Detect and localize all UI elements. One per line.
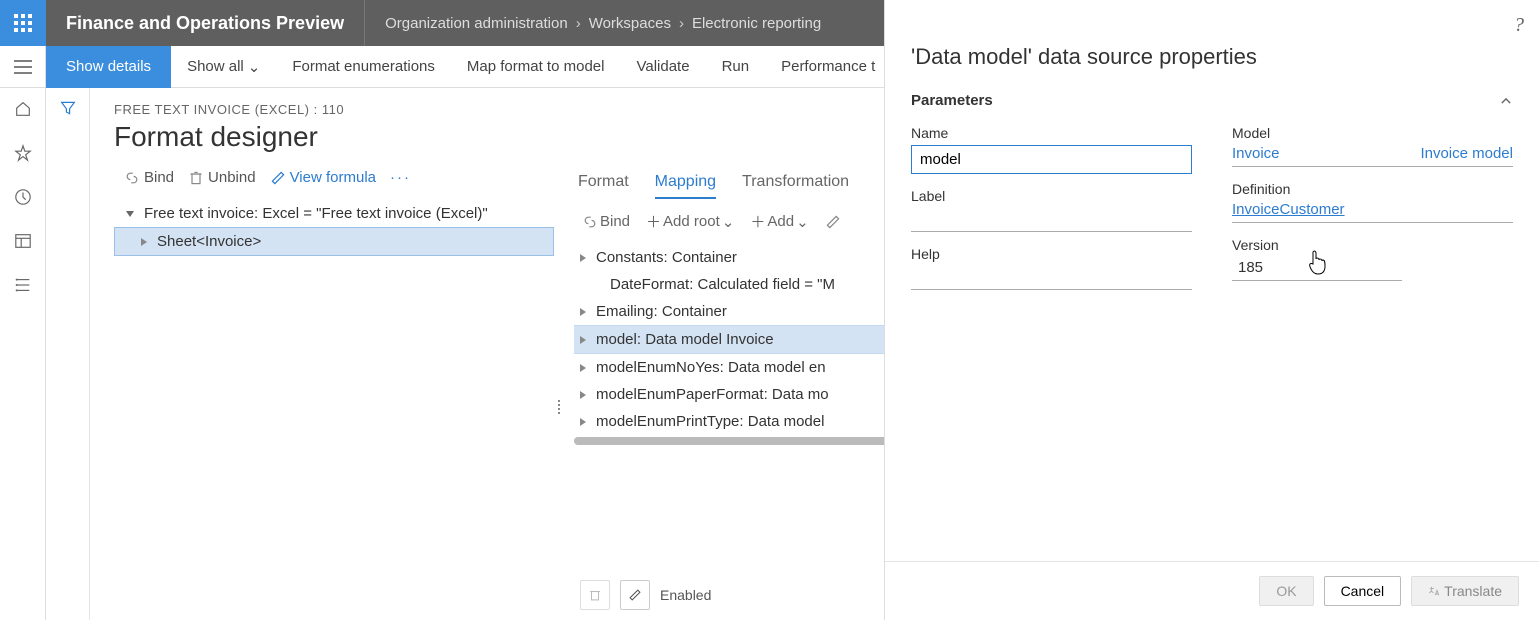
chevron-down-icon: ⌄ (796, 213, 809, 231)
view-formula-button[interactable]: View formula (266, 167, 380, 188)
definition-link[interactable]: InvoiceCustomer (1232, 201, 1345, 218)
caret-right-icon (580, 308, 586, 316)
properties-panel: 'Data model' data source properties Para… (884, 0, 1539, 620)
breadcrumb-item[interactable]: Organization administration (385, 15, 568, 32)
format-enumerations-button[interactable]: Format enumerations (276, 46, 451, 88)
recent-icon[interactable] (12, 186, 34, 208)
ok-button[interactable]: OK (1259, 576, 1313, 606)
model-name-link[interactable]: Invoice model (1420, 145, 1513, 162)
chevron-down-icon: ⌄ (248, 58, 261, 76)
bind-button[interactable]: Bind (120, 167, 178, 188)
definition-label: Definition (1232, 181, 1513, 197)
enabled-label: Enabled (660, 587, 711, 603)
map-format-button[interactable]: Map format to model (451, 46, 621, 88)
label-input[interactable] (911, 208, 1192, 232)
name-input[interactable] (911, 145, 1192, 174)
data-source-label: Constants: Container (596, 249, 737, 266)
label-label: Label (911, 188, 1192, 204)
tab-format[interactable]: Format (578, 167, 629, 199)
caret-right-icon (580, 364, 586, 372)
app-title: Finance and Operations Preview (46, 0, 365, 46)
run-button[interactable]: Run (706, 46, 766, 88)
edit-icon[interactable] (821, 212, 845, 232)
help-input[interactable] (911, 266, 1192, 290)
version-label: Version (1232, 237, 1513, 253)
validate-button[interactable]: Validate (620, 46, 705, 88)
cancel-button[interactable]: Cancel (1324, 576, 1402, 606)
app-launcher-icon[interactable] (0, 0, 46, 46)
data-source-label: Emailing: Container (596, 303, 727, 320)
translate-icon (1428, 585, 1440, 597)
performance-button[interactable]: Performance t (765, 46, 891, 88)
caret-down-icon (126, 211, 134, 217)
data-source-label: modelEnumNoYes: Data model en (596, 359, 826, 376)
chevron-right-icon: › (679, 15, 684, 32)
translate-button[interactable]: Translate (1411, 576, 1519, 606)
chevron-up-icon (1499, 94, 1513, 108)
help-label: Help (911, 246, 1192, 262)
more-actions-icon[interactable]: ··· (386, 167, 415, 188)
edit-icon[interactable] (620, 580, 650, 610)
model-label: Model (1232, 125, 1513, 141)
add-button[interactable]: ＋Add⌄ (746, 209, 812, 234)
version-value: 185 (1232, 257, 1402, 281)
chevron-right-icon: › (576, 15, 581, 32)
caret-right-icon (141, 238, 147, 246)
caret-right-icon (580, 391, 586, 399)
add-root-button[interactable]: ＋Add root⌄ (642, 209, 738, 234)
caret-right-icon (580, 336, 586, 344)
tree-item-label: Sheet<Invoice> (157, 233, 261, 250)
caret-right-icon (580, 418, 586, 426)
show-all-button[interactable]: Show all⌄ (171, 46, 276, 88)
bind-button[interactable]: Bind (578, 211, 634, 232)
chevron-down-icon: ⌄ (722, 213, 735, 231)
show-details-button[interactable]: Show details (46, 46, 171, 88)
parameters-section-header[interactable]: Parameters (911, 92, 1513, 109)
splitter-handle[interactable] (554, 400, 564, 414)
tree-child-item[interactable]: Sheet<Invoice> (114, 227, 554, 256)
modules-icon[interactable] (12, 274, 34, 296)
tab-mapping[interactable]: Mapping (655, 167, 716, 199)
delete-icon[interactable] (580, 580, 610, 610)
hamburger-icon[interactable] (0, 46, 46, 88)
name-label: Name (911, 125, 1192, 141)
data-source-label: model: Data model Invoice (596, 331, 774, 348)
model-value-link[interactable]: Invoice (1232, 145, 1280, 162)
data-source-label: modelEnumPaperFormat: Data mo (596, 386, 829, 403)
breadcrumb: Organization administration › Workspaces… (365, 15, 841, 32)
unbind-button[interactable]: Unbind (184, 167, 260, 188)
help-icon[interactable]: ? (1514, 14, 1524, 37)
home-icon[interactable] (12, 98, 34, 120)
breadcrumb-item[interactable]: Workspaces (589, 15, 671, 32)
breadcrumb-item[interactable]: Electronic reporting (692, 15, 821, 32)
data-source-label: modelEnumPrintType: Data model (596, 413, 824, 430)
panel-title: 'Data model' data source properties (911, 44, 1513, 70)
caret-right-icon (580, 254, 586, 262)
data-source-label: DateFormat: Calculated field = "M (610, 276, 835, 293)
workspaces-icon[interactable] (12, 230, 34, 252)
tree-root-item[interactable]: Free text invoice: Excel = "Free text in… (114, 200, 554, 227)
tab-transformations[interactable]: Transformation (742, 167, 849, 199)
favorites-icon[interactable] (12, 142, 34, 164)
filter-icon[interactable] (60, 100, 76, 620)
tree-item-label: Free text invoice: Excel = "Free text in… (144, 205, 488, 222)
